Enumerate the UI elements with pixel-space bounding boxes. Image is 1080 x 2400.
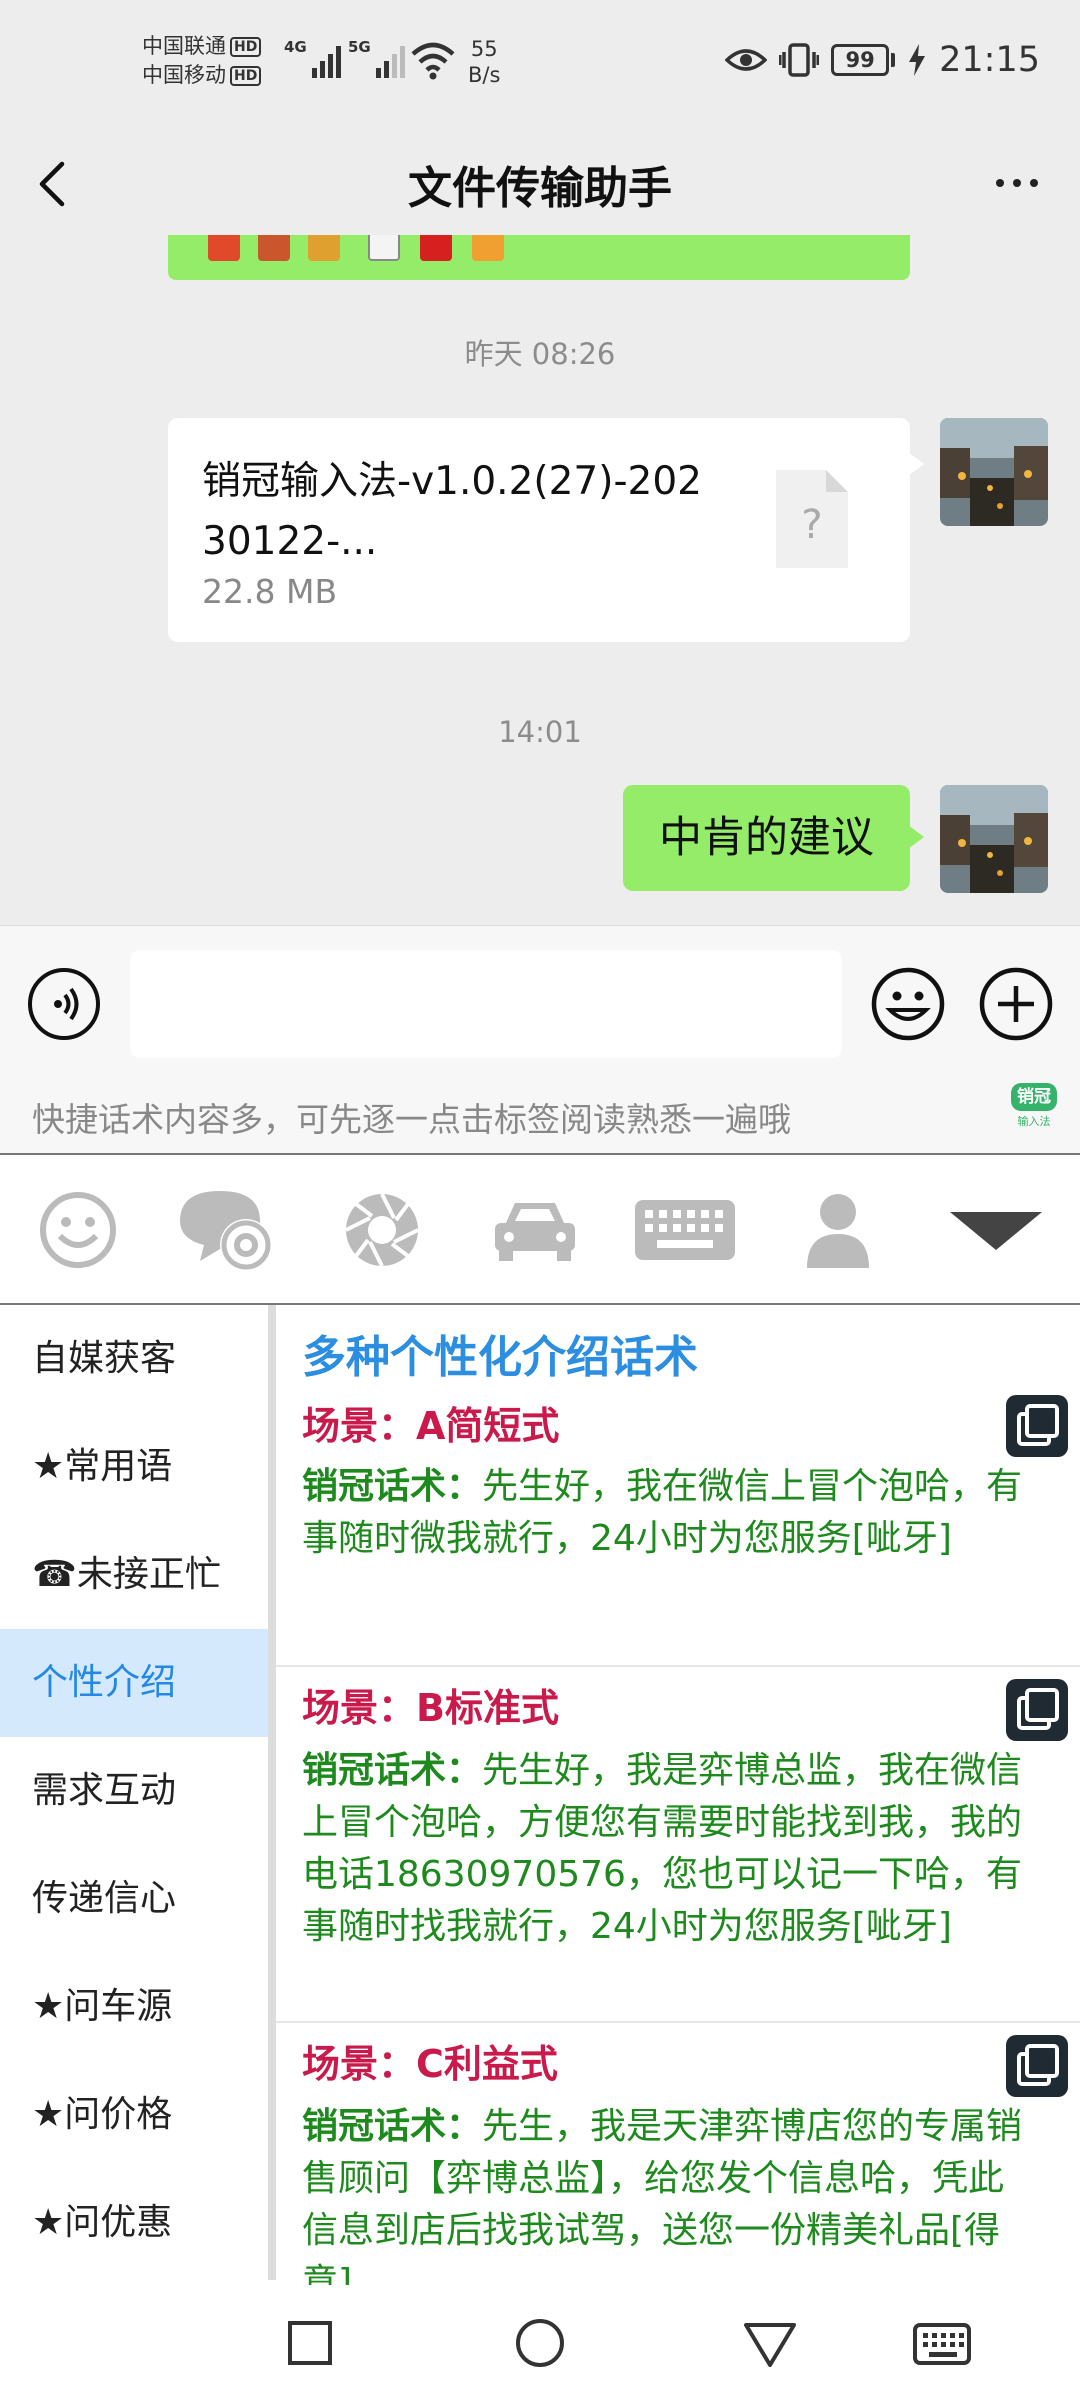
category-item-active[interactable]: 个性介绍 (0, 1629, 268, 1737)
file-size: 22.8 MB (202, 572, 338, 611)
script-text[interactable]: 销冠话术：先生，我是天津弈博店您的专属销售顾问【弈博总监】，给您发个信息哈，凭此… (302, 2101, 1032, 2285)
chat-title: 文件传输助手 (408, 163, 672, 214)
back-icon[interactable] (740, 2313, 800, 2373)
message-input[interactable] (130, 950, 842, 1058)
eye-icon (725, 49, 768, 71)
ime-logo-text: 销冠 (1011, 1083, 1057, 1111)
hd-badge: HD (230, 37, 262, 57)
ime-logo-subtext: 输入法 (1017, 1115, 1051, 1128)
emoji-icon[interactable] (870, 966, 946, 1042)
scene-label: 场景：A简短式 (302, 1404, 560, 1448)
file-name: 销冠输入法-v1.0.2(27)-20230122-... (202, 459, 702, 564)
panel-divider[interactable] (268, 1305, 276, 2280)
copy-icon[interactable] (1006, 1395, 1068, 1457)
script-label: 销冠话术： (302, 1466, 483, 1507)
keyboard-icon[interactable] (632, 1185, 738, 1275)
copy-icon[interactable] (1006, 2035, 1068, 2097)
network-type-4g: 4G (284, 38, 307, 56)
keyboard-hint: 快捷话术内容多，可先逐一点击标签阅读熟悉一遍哦 (32, 1100, 791, 1139)
scene-label: 场景：C利益式 (302, 2042, 558, 2086)
voice-input-icon[interactable] (28, 968, 100, 1040)
net-speed-unit: B/s (468, 63, 501, 87)
signal-4g-icon: 4G (284, 38, 341, 78)
svg-text:?: ? (801, 502, 822, 548)
aperture-icon[interactable] (340, 1185, 424, 1275)
battery-level: 99 (831, 44, 890, 76)
category-item[interactable]: ★问车源 (0, 1953, 268, 2061)
status-bar: 中国联通 HD 中国移动 HD 4G 5G 55 B/s 99 21:15 (0, 0, 1080, 130)
add-icon[interactable] (978, 966, 1054, 1042)
recents-icon[interactable] (280, 2313, 340, 2373)
net-speed-value: 55 (470, 37, 498, 61)
navigation-bar (0, 2285, 1080, 2400)
chat-settings-icon[interactable] (174, 1185, 284, 1275)
category-item[interactable]: ★常用语 (0, 1413, 268, 1521)
category-item[interactable]: ★问价格 (0, 2061, 268, 2169)
charging-icon (909, 44, 926, 76)
battery-icon: 99 (831, 44, 896, 76)
category-item[interactable]: 自媒获客 (0, 1305, 268, 1413)
keyboard-toolbar (0, 1153, 1080, 1305)
network-type-5g: 5G (348, 38, 371, 56)
clock: 21:15 (939, 40, 1040, 80)
content-title: 多种个性化介绍话术 (302, 1332, 698, 1383)
timestamp: 昨天 08:26 (464, 337, 616, 371)
title-bar: 文件传输助手 (0, 130, 1080, 235)
sticker-message[interactable] (168, 235, 910, 280)
phrase-entry[interactable]: 场景：B标准式 销冠话术：先生好，我是弈博总监，我在微信上冒个泡哈，方便您有需要… (276, 1677, 1080, 2023)
carrier-info: 中国联通 HD 中国移动 HD (142, 32, 262, 90)
phrase-content: 多种个性化介绍话术 场景：A简短式 销冠话术：先生好，我在微信上冒个泡哈，有事随… (276, 1305, 1080, 2285)
smiley-icon[interactable] (36, 1185, 120, 1275)
category-item[interactable]: 传递信心 (0, 1845, 268, 1953)
category-list: 自媒获客 ★常用语 ☎未接正忙 个性介绍 需求互动 传递信心 ★问车源 ★问价格… (0, 1305, 268, 2285)
unknown-file-icon: ? (776, 470, 848, 568)
category-item[interactable]: ★问优惠 (0, 2169, 268, 2277)
phrase-entry[interactable]: 场景：C利益式 销冠话术：先生，我是天津弈博店您的专属销售顾问【弈博总监】，给您… (276, 2033, 1080, 2285)
copy-icon[interactable] (1006, 1679, 1068, 1741)
chat-area[interactable]: 昨天 08:26 销冠输入法-v1.0.2(27)-20230122-... 2… (0, 235, 1080, 925)
script-label: 销冠话术： (302, 2106, 483, 2147)
net-speed: 55 B/s (468, 36, 500, 88)
timestamp: 14:01 (498, 715, 582, 749)
avatar[interactable] (940, 418, 1048, 526)
input-bar (0, 925, 1080, 1075)
file-message[interactable]: 销冠输入法-v1.0.2(27)-20230122-... 22.8 MB ? (168, 418, 924, 642)
script-text[interactable]: 销冠话术：先生好，我是弈博总监，我在微信上冒个泡哈，方便您有需要时能找到我，我的… (302, 1745, 1032, 1953)
carrier-2: 中国移动 (142, 63, 226, 87)
collapse-icon[interactable] (946, 1185, 1046, 1275)
keyboard-switch-icon[interactable] (912, 2313, 972, 2373)
home-icon[interactable] (510, 2313, 570, 2373)
person-icon[interactable] (800, 1185, 876, 1275)
phrase-entry[interactable]: 场景：A简短式 销冠话术：先生好，我在微信上冒个泡哈，有事随时微我就行，24小时… (276, 1395, 1080, 1667)
keyboard-hint-bar: 快捷话术内容多，可先逐一点击标签阅读熟悉一遍哦 销冠 输入法 (0, 1075, 1080, 1153)
script-label: 销冠话术： (302, 1750, 483, 1791)
avatar[interactable] (940, 785, 1048, 893)
hd-badge: HD (230, 66, 262, 86)
wifi-icon (411, 42, 455, 80)
script-text[interactable]: 销冠话术：先生好，我在微信上冒个泡哈，有事随时微我就行，24小时为您服务[呲牙] (302, 1461, 1032, 1565)
more-options-icon[interactable] (982, 148, 1052, 218)
ime-logo[interactable]: 销冠 输入法 (1002, 1083, 1066, 1145)
status-right: 99 21:15 (725, 40, 1040, 80)
car-icon[interactable] (490, 1185, 580, 1275)
vibrate-icon (779, 43, 820, 77)
phrase-panel: 自媒获客 ★常用语 ☎未接正忙 个性介绍 需求互动 传递信心 ★问车源 ★问价格… (0, 1305, 1080, 2285)
scene-label: 场景：B标准式 (302, 1686, 559, 1730)
signal-5g-icon: 5G (348, 38, 405, 78)
carrier-1: 中国联通 (142, 34, 226, 58)
category-item[interactable]: 需求互动 (0, 1737, 268, 1845)
text-message[interactable]: 中肯的建议 (623, 785, 924, 891)
category-item[interactable]: ☎未接正忙 (0, 1521, 268, 1629)
